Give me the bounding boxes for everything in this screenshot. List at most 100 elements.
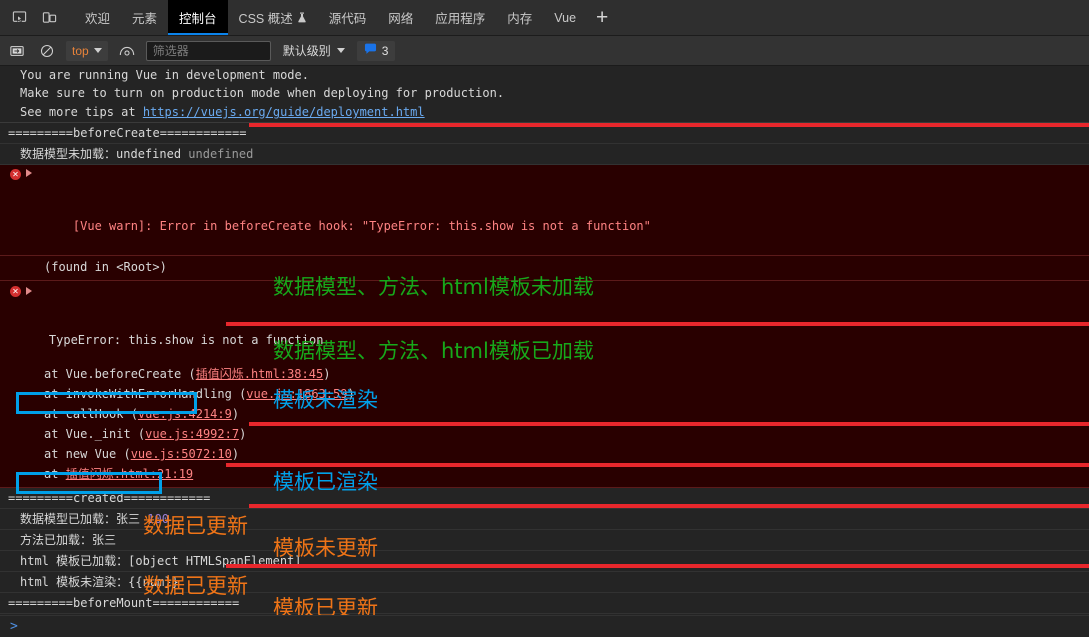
log-text: =========created============	[8, 491, 211, 505]
log-text: You are running Vue in development mode.	[20, 68, 309, 82]
error-typeerror[interactable]: ✕ TypeError: this.show is not a function	[0, 280, 1089, 364]
stack-frame: at 插值闪烁.html:21:19	[0, 464, 1089, 488]
stack-frame: at callHook (vue.js:4214:9)	[0, 404, 1089, 424]
expand-arrow-icon[interactable]	[26, 287, 32, 295]
log-line: You are running Vue in development mode.	[0, 66, 1089, 84]
deployment-link[interactable]: https://vuejs.org/guide/deployment.html	[143, 105, 425, 119]
filter-placeholder: 筛选器	[152, 44, 189, 58]
tab-label: 网络	[388, 12, 414, 26]
log-group-beforemount: =========beforeMount============	[0, 593, 1089, 614]
stack-fn: at	[44, 467, 66, 481]
execution-context-selector[interactable]: top	[66, 40, 108, 61]
tab-label: 应用程序	[435, 12, 486, 26]
stack-close: )	[323, 367, 331, 381]
stack-fn: at invokeWithErrorHandling (	[44, 387, 247, 401]
log-line-template-loaded: html 模板已加载：[object HTMLSpanElement]	[0, 551, 1089, 572]
tab-list: 欢迎 元素 控制台 CSS 概述 源代码 网络 应用程序 内存 Vue	[74, 0, 587, 35]
log-text: 方法已加载：张三	[20, 533, 117, 547]
stack-fn: at callHook (	[44, 407, 138, 421]
console-prompt[interactable]: >	[0, 615, 1089, 637]
log-text: 数据模型已加载：张三	[20, 512, 141, 526]
chevron-down-icon	[336, 48, 345, 53]
stack-close: )	[231, 407, 240, 421]
stack-link[interactable]: vue.js:4992:7	[145, 427, 239, 441]
live-expression-icon[interactable]	[116, 40, 138, 62]
log-value: undefined	[116, 147, 182, 161]
stack-frame: at Vue.beforeCreate (插值闪烁.html:38:45)	[0, 364, 1089, 384]
tab-vue[interactable]: Vue	[543, 0, 587, 35]
speech-bubble-icon	[364, 43, 377, 58]
log-text: 数据模型未加载：	[20, 147, 117, 161]
console-output[interactable]: You are running Vue in development mode.…	[0, 66, 1089, 637]
device-toolbar-icon[interactable]	[34, 0, 64, 35]
tab-css-overview[interactable]: CSS 概述	[228, 0, 318, 35]
tab-welcome[interactable]: 欢迎	[74, 0, 121, 35]
stack-frame: at invokeWithErrorHandling (vue.js:1863:…	[0, 384, 1089, 404]
log-text: (found in <Root>)	[44, 260, 167, 274]
log-line: Make sure to turn on production mode whe…	[0, 84, 1089, 102]
tab-label: 源代码	[328, 12, 367, 26]
filter-input[interactable]: 筛选器	[145, 40, 271, 61]
log-text: =========beforeMount============	[8, 596, 240, 610]
stack-link[interactable]: vue.js:5072:10	[131, 447, 232, 461]
message-count-badge[interactable]: 3	[356, 40, 396, 61]
stack-fn: at Vue.beforeCreate (	[44, 367, 196, 381]
tab-label: CSS 概述	[238, 12, 293, 26]
stack-link[interactable]: vue.js:1863:59	[246, 387, 347, 401]
log-extra: undefined	[188, 147, 254, 161]
stack-link[interactable]: 插值闪烁.html:38:45	[196, 367, 323, 381]
log-line-data-unloaded: 数据模型未加载：undefined undefined	[0, 144, 1089, 165]
stack-fn: at Vue._init (	[44, 427, 146, 441]
stack-frame: at new Vue (vue.js:5072:10)	[0, 444, 1089, 464]
inspect-element-icon[interactable]	[4, 0, 34, 35]
log-group-beforecreate: =========beforeCreate============	[0, 123, 1089, 144]
log-text: html 模板已加载：[object HTMLSpanElement]	[20, 554, 302, 568]
error-icon: ✕	[10, 286, 21, 297]
log-line-template-unrendered-1: html 模板未渲染：{{num}}	[0, 572, 1089, 593]
stack-close: )	[231, 447, 240, 461]
log-text: html 模板未渲染：{{num}}	[20, 575, 179, 589]
experimental-flask-icon	[297, 12, 307, 23]
add-tab-button[interactable]: +	[587, 0, 617, 35]
stack-link[interactable]: vue.js:4214:9	[138, 407, 232, 421]
log-value: 100	[147, 512, 169, 526]
prompt-chevron-icon: >	[10, 619, 18, 634]
tab-memory[interactable]: 内存	[496, 0, 543, 35]
log-line-data-loaded: 数据模型已加载：张三 100	[0, 509, 1089, 530]
log-text: TypeError: this.show is not a function	[48, 333, 324, 347]
tab-label: 元素	[132, 12, 158, 26]
log-group-created: =========created============	[0, 488, 1089, 509]
log-level-selector[interactable]: 默认级别	[279, 42, 349, 59]
error-vue-warn[interactable]: ✕ [Vue warn]: Error in beforeCreate hook…	[0, 165, 1089, 256]
message-count-value: 3	[381, 43, 389, 58]
tab-elements[interactable]: 元素	[121, 0, 168, 35]
stack-frame: at Vue._init (vue.js:4992:7)	[0, 424, 1089, 444]
error-vue-warn-found: (found in <Root>)	[0, 256, 1089, 280]
tab-sources[interactable]: 源代码	[318, 0, 378, 35]
expand-arrow-icon[interactable]	[26, 169, 32, 177]
sidebar-toggle-icon[interactable]	[6, 40, 28, 62]
tab-application[interactable]: 应用程序	[424, 0, 496, 35]
chevron-down-icon	[93, 48, 102, 53]
tab-label: 欢迎	[85, 12, 111, 26]
tab-network[interactable]: 网络	[377, 0, 424, 35]
stack-fn: at new Vue (	[44, 447, 131, 461]
tab-label: Vue	[554, 10, 577, 25]
devtools-tab-bar: 欢迎 元素 控制台 CSS 概述 源代码 网络 应用程序 内存 Vue +	[0, 0, 1089, 36]
log-text: [Vue warn]: Error in beforeCreate hook: …	[72, 219, 651, 233]
tab-console[interactable]: 控制台	[168, 0, 228, 35]
log-text: Make sure to turn on production mode whe…	[20, 86, 505, 100]
clear-console-icon[interactable]	[36, 40, 58, 62]
log-text: =========beforeCreate============	[8, 126, 247, 140]
execution-context-value: top	[72, 43, 89, 58]
log-line: See more tips at https://vuejs.org/guide…	[0, 102, 1089, 123]
tab-label: 内存	[507, 12, 533, 26]
log-level-value: 默认级别	[282, 44, 331, 58]
tab-label: 控制台	[179, 12, 217, 26]
console-toolbar: top 筛选器 默认级别 3	[0, 36, 1089, 66]
stack-close: )	[347, 387, 355, 401]
stack-link[interactable]: 插值闪烁.html:21:19	[66, 467, 193, 481]
error-icon: ✕	[10, 169, 21, 180]
log-text: See more tips at	[20, 105, 143, 119]
stack-close: )	[239, 427, 247, 441]
